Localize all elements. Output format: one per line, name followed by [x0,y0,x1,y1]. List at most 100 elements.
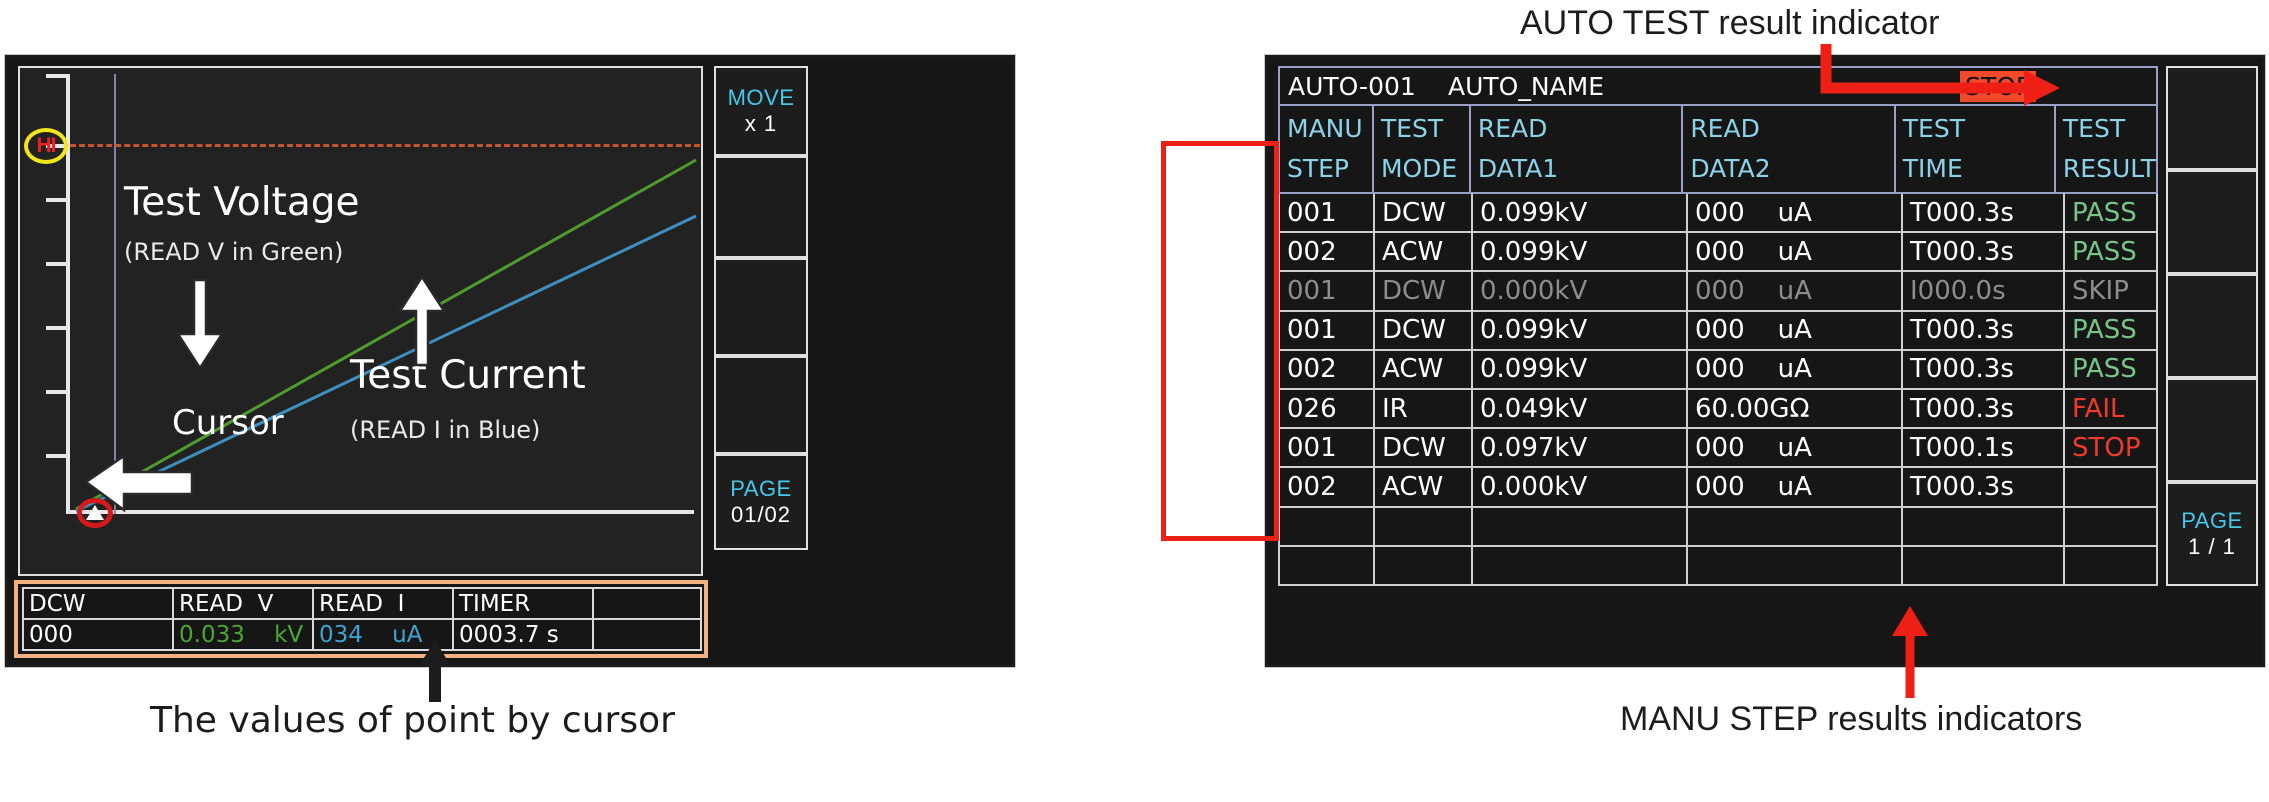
cell-manu-step: 026 [1280,390,1375,428]
table-row[interactable] [1280,507,2156,547]
softkey-page[interactable]: PAGE 01/02 [714,454,808,550]
col-header-manu-step: MANU STEP [1280,106,1374,192]
cell-test-time: T000.1s [1903,429,2065,467]
label-test-voltage: Test Voltage [124,180,360,225]
cell-test-time: T000.3s [1903,311,2065,349]
right-softkey-3[interactable] [2166,274,2258,378]
cell-read-data1: 0.000kV [1473,468,1688,506]
cell-test-time: T000.3s [1903,233,2065,271]
cell-read-data1: 0.000kV [1473,272,1688,310]
cell-read-data1: 0.099kV [1473,311,1688,349]
auto-program-name: AUTO_NAME [1448,71,1605,101]
col-header-read-data2: READ DATA2 [1683,106,1896,192]
cursor-readout-highlight: DCW READ V READ I TIMER 000 0.033 kV 034… [14,580,708,658]
cell-read-data2: 000 uA [1688,272,1903,310]
readout-header-readi: READ I [314,589,454,618]
cell-test-mode [1375,546,1473,585]
table-row[interactable]: 001 DCW 0.000kV 000 uA I000.0s SKIP [1280,272,2156,312]
table-row[interactable] [1280,546,2156,585]
cell-test-time [1903,507,2065,545]
cell-read-data2 [1688,507,1903,545]
cell-read-data1: 0.099kV [1473,350,1688,389]
cell-test-result [2065,508,2156,545]
softkey-move[interactable]: MOVE x 1 [714,66,808,156]
readout-value-row: 000 0.033 kV 034 uA 0003.7 s [24,620,700,649]
right-device-screen: AUTO-001 AUTO_NAME STOP MANU STEP TEST M… [1265,55,2265,667]
cell-read-data1: 0.099kV [1473,233,1688,271]
cell-test-result: PASS [2072,315,2137,346]
cell-test-result [2065,468,2156,505]
softkey-4[interactable] [714,356,808,454]
label-read-i-legend: (READ I in Blue) [350,416,541,444]
readout-header-mode: DCW [24,589,174,618]
softkey-3[interactable] [714,258,808,356]
cell-test-time: I000.0s [1903,272,2065,310]
cell-test-mode: IR [1375,390,1473,428]
cell-manu-step: 002 [1280,468,1375,506]
cell-read-data2: 000 uA [1688,311,1903,349]
cell-test-time [1903,546,2065,585]
cell-manu-step: 001 [1280,272,1375,310]
left-caption-arrow-icon [419,640,451,702]
table-row[interactable]: 002 ACW 0.000kV 000 uA T000.3s [1280,468,2156,508]
readout-value-blank [594,620,700,649]
col-header-test-result: TEST RESULT [2062,114,2156,183]
readout-header-timer: TIMER [454,589,594,618]
cell-read-data1 [1473,546,1688,585]
cell-test-mode: DCW [1375,311,1473,349]
cell-read-data2 [1688,546,1903,585]
col-header-read-data1: READ DATA1 [1471,106,1684,192]
softkey-2[interactable] [714,156,808,258]
readout-header-row: DCW READ V READ I TIMER [24,589,700,620]
down-arrow-icon [175,278,225,371]
cell-test-result: PASS [2072,197,2137,228]
cell-read-data1: 0.099kV [1473,194,1688,232]
table-row[interactable]: 001 DCW 0.097kV 000 uA T000.1s STOP [1280,429,2156,469]
cell-test-result: STOP [2072,432,2141,463]
cell-manu-step: 002 [1280,233,1375,271]
cell-manu-step: 002 [1280,350,1375,389]
cell-test-result: FAIL [2072,393,2125,424]
cell-read-data2: 000 uA [1688,468,1903,506]
cell-test-time: T000.3s [1903,390,2065,428]
table-row[interactable]: 001 DCW 0.099kV 000 uA T000.3s PASS [1280,194,2156,234]
left-softkey-column: MOVE x 1 PAGE 01/02 [714,66,808,658]
table-row[interactable]: 002 ACW 0.099kV 000 uA T000.3s PASS [1280,233,2156,273]
auto-program-id: AUTO-001 [1288,71,1416,101]
cell-test-mode: ACW [1375,468,1473,506]
auto-test-table: AUTO-001 AUTO_NAME STOP MANU STEP TEST M… [1278,66,2158,586]
table-row[interactable]: 002 ACW 0.099kV 000 uA T000.3s PASS [1280,350,2156,391]
right-softkey-2[interactable] [2166,170,2258,274]
cell-read-data2: 000 uA [1688,429,1903,467]
cell-manu-step: 001 [1280,429,1375,467]
cell-test-result [2065,547,2156,584]
right-softkey-page-value: 1 / 1 [2188,534,2236,559]
softkey-page-value: 01/02 [730,502,792,527]
right-softkey-1[interactable] [2166,66,2258,170]
readout-header-blank [594,589,700,618]
up-arrow-icon [397,274,447,367]
cell-test-result: PASS [2072,236,2137,267]
auto-result-caption: AUTO TEST result indicator [1520,4,1940,42]
manu-step-caption: MANU STEP results indicators [1620,700,2083,738]
graph-plot-area[interactable]: Test Voltage (READ V in Green) Test Curr… [18,66,703,576]
cell-test-mode [1375,507,1473,545]
readout-value-readv: 0.033 kV [174,620,314,649]
cursor-triangle-icon [86,505,104,520]
table-row[interactable]: 026 IR 0.049kV 60.00GΩ T000.3s FAIL [1280,390,2156,430]
label-test-current: Test Current [350,353,586,398]
auto-table-header-row: MANU STEP TEST MODE READ DATA1 READ DATA… [1278,106,2158,194]
cell-test-time: T000.3s [1903,468,2065,506]
col-header-test-time: TEST TIME [1896,106,2056,192]
cell-read-data1: 0.097kV [1473,429,1688,467]
table-row[interactable]: 001 DCW 0.099kV 000 uA T000.3s PASS [1280,311,2156,351]
right-softkey-page-title: PAGE [2181,508,2243,533]
cell-test-time: T000.3s [1903,350,2065,389]
right-softkey-4[interactable] [2166,378,2258,482]
right-softkey-page[interactable]: PAGE 1 / 1 [2166,482,2258,586]
cell-read-data1 [1473,507,1688,545]
left-caption-text: The values of point by cursor [150,700,675,741]
cell-read-data2: 000 uA [1688,233,1903,271]
cell-test-mode: DCW [1375,429,1473,467]
manu-step-results-highlight [1161,141,1279,541]
